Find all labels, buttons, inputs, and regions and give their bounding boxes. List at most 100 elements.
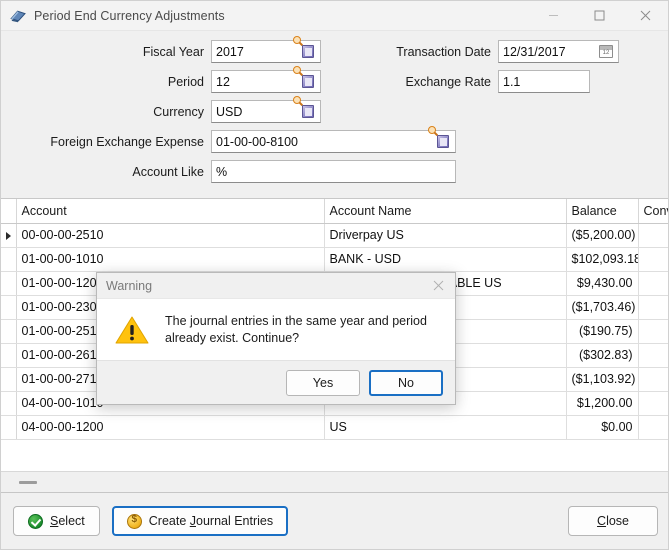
row-selector-header: [1, 199, 16, 223]
close-dialog-button[interactable]: Close: [568, 506, 658, 536]
exchange-rate-label: Exchange Rate: [341, 75, 498, 89]
currency-value: USD: [212, 105, 242, 119]
cell-converted[interactable]: [638, 391, 669, 415]
cell-converted[interactable]: $1: [638, 247, 669, 271]
exchange-rate-value: 1.1: [499, 75, 520, 89]
lookup-icon[interactable]: [301, 104, 317, 120]
select-button[interactable]: Select: [13, 506, 100, 536]
cell-balance[interactable]: ($5,200.00): [566, 223, 638, 247]
cell-account-name[interactable]: Driverpay US: [324, 223, 566, 247]
grip-handle-icon[interactable]: [19, 481, 37, 484]
maximize-button[interactable]: [576, 1, 622, 31]
cell-balance[interactable]: ($1,703.46): [566, 295, 638, 319]
resize-grip-bar[interactable]: [1, 471, 669, 493]
row-selector-cell[interactable]: [1, 223, 16, 247]
fiscal-year-label: Fiscal Year: [61, 45, 211, 59]
row-selector-cell[interactable]: [1, 271, 16, 295]
fx-expense-value: 01-00-00-8100: [212, 135, 298, 149]
field-period: Period 12: [61, 70, 321, 93]
cell-balance[interactable]: ($190.75): [566, 319, 638, 343]
dialog-yes-button[interactable]: Yes: [286, 370, 360, 396]
cell-converted[interactable]: [638, 415, 669, 439]
cell-account-name[interactable]: US: [324, 415, 566, 439]
field-exchange-rate: Exchange Rate 1.1: [341, 70, 590, 93]
table-row[interactable]: 04-00-00-1200US$0.00: [1, 415, 669, 439]
dialog-footer: Yes No: [97, 360, 455, 404]
column-header-account[interactable]: Account: [16, 199, 324, 223]
cell-converted[interactable]: ($: [638, 367, 669, 391]
title-bar: Period End Currency Adjustments: [1, 1, 668, 31]
lookup-icon[interactable]: [436, 134, 452, 150]
calendar-icon[interactable]: 12: [599, 44, 615, 60]
row-selector-cell[interactable]: [1, 367, 16, 391]
warning-triangle-icon: [115, 315, 149, 345]
fx-expense-input[interactable]: 01-00-00-8100: [211, 130, 456, 153]
row-selector-cell[interactable]: [1, 295, 16, 319]
cell-account[interactable]: 00-00-00-2510: [16, 223, 324, 247]
create-journal-entries-button[interactable]: Create Journal Entries: [112, 506, 288, 536]
lookup-icon[interactable]: [301, 74, 317, 90]
cell-account[interactable]: 01-00-00-1010: [16, 247, 324, 271]
row-selector-cell[interactable]: [1, 247, 16, 271]
gold-coin-icon: [127, 514, 142, 529]
fiscal-year-value: 2017: [212, 45, 244, 59]
cell-account-name[interactable]: BANK - USD: [324, 247, 566, 271]
close-button-label: Close: [597, 514, 629, 528]
cell-balance[interactable]: $9,430.00: [566, 271, 638, 295]
cell-converted[interactable]: ($: [638, 223, 669, 247]
field-transaction-date: Transaction Date 12/31/2017 12: [341, 40, 619, 63]
fx-expense-label: Foreign Exchange Expense: [5, 135, 211, 149]
application-window: Period End Currency Adjustments Fiscal Y…: [0, 0, 669, 550]
transaction-date-label: Transaction Date: [341, 45, 498, 59]
dialog-no-button[interactable]: No: [369, 370, 443, 396]
cell-converted[interactable]: [638, 343, 669, 367]
field-account-like: Account Like %: [5, 160, 456, 183]
account-like-input[interactable]: %: [211, 160, 456, 183]
cell-converted[interactable]: ($: [638, 295, 669, 319]
dialog-title: Warning: [106, 279, 152, 293]
dialog-title-bar: Warning: [97, 273, 455, 299]
table-row[interactable]: 01-00-00-1010BANK - USD$102,093.18$1: [1, 247, 669, 271]
create-journal-entries-label: Create Journal Entries: [149, 514, 273, 528]
row-selector-cell[interactable]: [1, 319, 16, 343]
transaction-date-input[interactable]: 12/31/2017 12: [498, 40, 619, 63]
cell-converted[interactable]: $: [638, 271, 669, 295]
period-label: Period: [61, 75, 211, 89]
select-button-label: Select: [50, 514, 85, 528]
dialog-body: The journal entries in the same year and…: [97, 299, 455, 360]
field-fx-expense: Foreign Exchange Expense 01-00-00-8100: [5, 130, 456, 153]
cell-balance[interactable]: ($302.83): [566, 343, 638, 367]
cell-account[interactable]: 04-00-00-1200: [16, 415, 324, 439]
cell-converted[interactable]: [638, 319, 669, 343]
lookup-icon[interactable]: [301, 44, 317, 60]
cell-balance[interactable]: $1,200.00: [566, 391, 638, 415]
row-selector-cell[interactable]: [1, 415, 16, 439]
period-input[interactable]: 12: [211, 70, 321, 93]
fiscal-year-input[interactable]: 2017: [211, 40, 321, 63]
close-icon[interactable]: [421, 273, 455, 299]
currency-label: Currency: [61, 105, 211, 119]
cell-balance[interactable]: $0.00: [566, 415, 638, 439]
column-header-converted[interactable]: Converted: [638, 199, 669, 223]
form-area: Fiscal Year 2017 Period 12 Currency USD: [1, 31, 668, 198]
field-currency: Currency USD: [61, 100, 321, 123]
row-selector-cell[interactable]: [1, 391, 16, 415]
account-like-label: Account Like: [5, 165, 211, 179]
close-button[interactable]: [622, 1, 668, 31]
row-selector-cell[interactable]: [1, 343, 16, 367]
ledger-book-icon: [9, 7, 27, 25]
cell-balance[interactable]: $102,093.18: [566, 247, 638, 271]
currency-input[interactable]: USD: [211, 100, 321, 123]
row-marker-icon: [6, 232, 11, 240]
minimize-button[interactable]: [530, 1, 576, 31]
table-row[interactable]: 00-00-00-2510Driverpay US($5,200.00)($: [1, 223, 669, 247]
column-header-balance[interactable]: Balance: [566, 199, 638, 223]
exchange-rate-input[interactable]: 1.1: [498, 70, 590, 93]
field-fiscal-year: Fiscal Year 2017: [61, 40, 321, 63]
green-check-icon: [28, 514, 43, 529]
warning-dialog: Warning The journal entries in the same …: [96, 272, 456, 405]
window-controls: [530, 1, 668, 31]
table-header-row: Account Account Name Balance Converted: [1, 199, 669, 223]
cell-balance[interactable]: ($1,103.92): [566, 367, 638, 391]
column-header-account-name[interactable]: Account Name: [324, 199, 566, 223]
